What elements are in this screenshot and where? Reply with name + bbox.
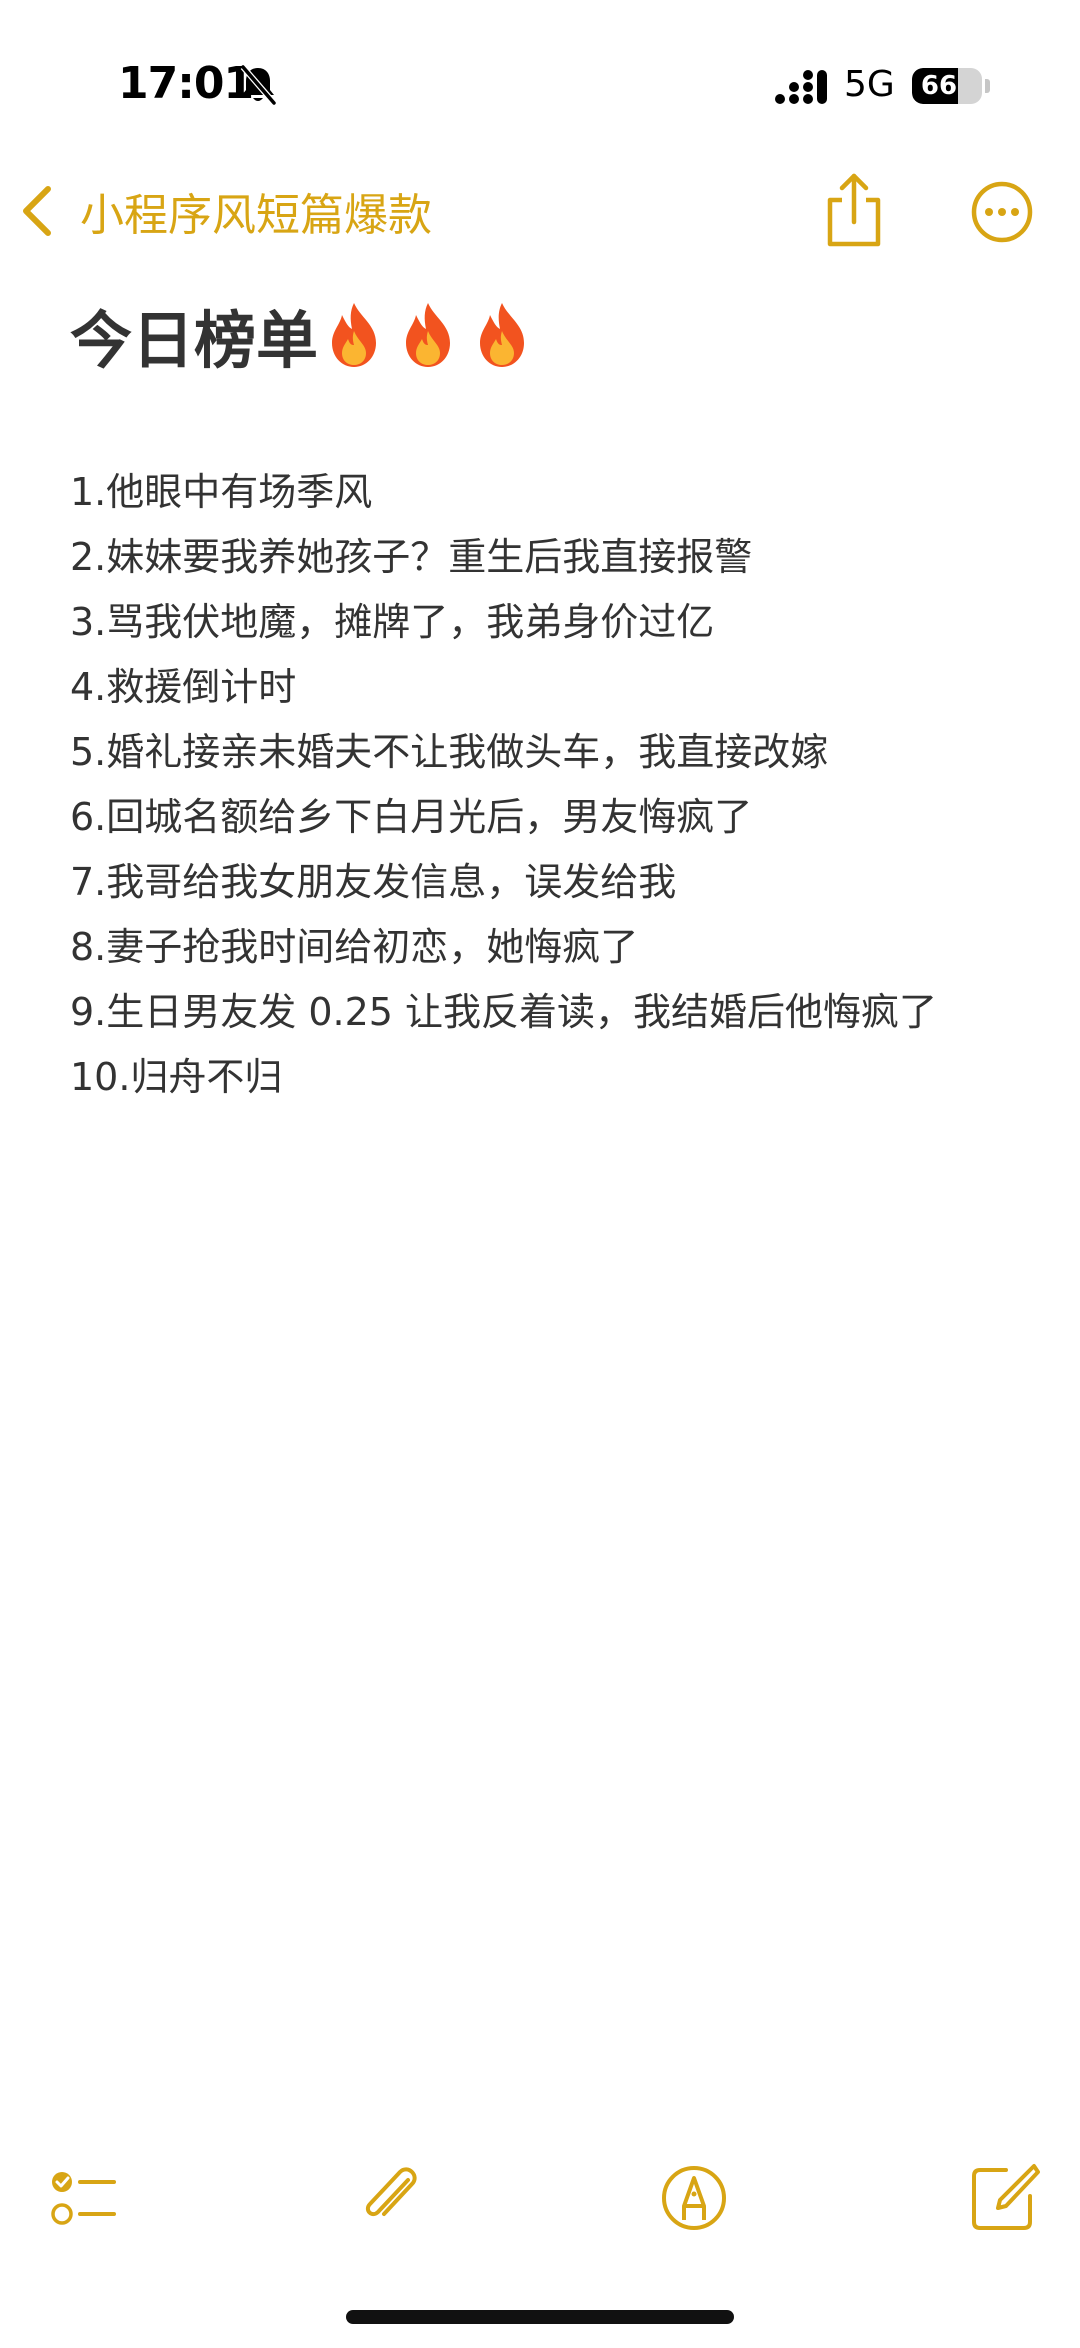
battery-level: 66: [920, 71, 958, 101]
home-indicator[interactable]: [346, 2310, 734, 2324]
fire-icon: [480, 303, 525, 367]
list-item[interactable]: 5.婚礼接亲未婚夫不让我做头车，我直接改嫁: [70, 720, 1070, 785]
bell-off-icon: [240, 65, 277, 105]
fire-icon: [332, 303, 377, 367]
signal-icon: [775, 70, 827, 104]
battery-tip: [985, 79, 990, 93]
checklist-button[interactable]: [44, 2160, 120, 2236]
checklist-icon: [51, 2172, 116, 2225]
compose-icon: [972, 2164, 1040, 2230]
network-type: 5G: [844, 64, 895, 105]
markup-button[interactable]: [656, 2160, 732, 2236]
note-list[interactable]: 1.他眼中有场季风 2.妹妹要我养她孩子？重生后我直接报警 3.骂我伏地魔，摊牌…: [70, 460, 1070, 1110]
list-item[interactable]: 6.回城名额给乡下白月光后，男友悔疯了: [70, 785, 1070, 850]
list-item[interactable]: 4.救援倒计时: [70, 655, 1070, 720]
list-item[interactable]: 8.妻子抢我时间给初恋，她悔疯了: [70, 915, 1070, 980]
attachment-button[interactable]: [352, 2160, 428, 2236]
list-item[interactable]: 7.我哥给我女朋友发信息，误发给我: [70, 850, 1070, 915]
share-icon: [827, 173, 881, 247]
chevron-left-icon: [23, 186, 51, 236]
back-label: 小程序风短篇爆款: [80, 190, 432, 241]
status-time: 17:01: [118, 58, 254, 109]
list-item[interactable]: 1.他眼中有场季风: [70, 460, 1070, 525]
note-title: 今日榜单: [70, 290, 530, 380]
list-item[interactable]: 10.归舟不归: [70, 1045, 1070, 1110]
paperclip-icon: [365, 2167, 417, 2217]
list-item[interactable]: 3.骂我伏地魔，摊牌了，我弟身价过亿: [70, 590, 1070, 655]
back-button[interactable]: 小程序风短篇爆款: [18, 176, 432, 246]
note-title-text: 今日榜单: [70, 304, 319, 377]
status-bar: 17:01 5G 66: [0, 0, 1080, 150]
list-item[interactable]: 2.妹妹要我养她孩子？重生后我直接报警: [70, 525, 1070, 590]
more-button[interactable]: [970, 180, 1034, 244]
markup-pen-icon: [662, 2166, 726, 2230]
battery-icon: 66: [912, 68, 982, 104]
ellipsis-circle-icon: [971, 181, 1033, 243]
list-item[interactable]: 9.生日男友发 0.25 让我反着读，我结婚后他悔疯了: [70, 980, 1070, 1045]
fire-icon: [406, 303, 451, 367]
compose-button[interactable]: [966, 2160, 1042, 2236]
share-button[interactable]: [822, 172, 886, 248]
